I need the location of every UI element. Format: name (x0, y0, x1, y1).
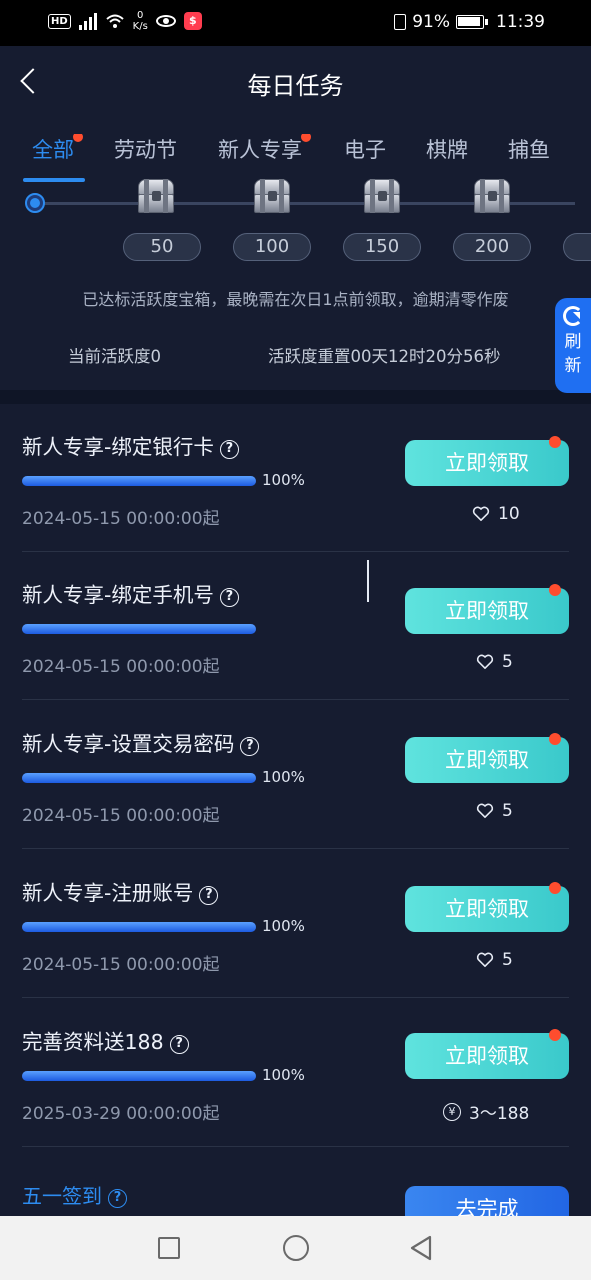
tab-fishing[interactable]: 捕鱼 (508, 134, 550, 164)
task-progress-bar (22, 773, 256, 783)
chest-notice: 已达标活跃度宝箱，最晚需在次日1点前领取，逾期清零作废 (82, 290, 509, 309)
signin-task-title: 五一签到? (22, 1180, 127, 1209)
task-progress-bar (22, 922, 256, 932)
task-list: 新人专享-绑定银行卡? 100% 2024-05-15 00:00:00起 立即… (0, 404, 591, 1216)
tab-badge-dot (301, 134, 311, 142)
net-speed: 0 K/s (132, 10, 148, 32)
treasure-chest-icon[interactable] (136, 179, 176, 215)
task-percent: 100% (262, 1066, 305, 1084)
claim-button[interactable]: 立即领取 (405, 882, 569, 932)
treasure-chest-icon[interactable] (252, 179, 292, 215)
task-reward: 10 (472, 504, 520, 524)
milestone-pill: 100 (233, 233, 311, 261)
system-nav-bar (0, 1216, 591, 1280)
page-title: 每日任务 (247, 72, 344, 100)
task-date: 2024-05-15 00:00:00起 (22, 509, 220, 529)
task-reward: 5 (476, 801, 513, 821)
task-row: 新人专享-绑定手机号? 2024-05-15 00:00:00起 立即领取 5 (0, 552, 591, 700)
task-percent: 100% (262, 768, 305, 786)
task-row: 新人专享-设置交易密码? 100% 2024-05-15 00:00:00起 立… (0, 701, 591, 849)
refresh-button[interactable]: 刷 新 (555, 298, 591, 393)
tab-electronic[interactable]: 电子 (344, 134, 386, 164)
milestone-pill-partial (563, 233, 591, 261)
task-title: 新人专享-绑定银行卡? (22, 430, 239, 460)
activity-progress-knob (25, 193, 45, 213)
help-icon[interactable]: ? (169, 1035, 189, 1054)
task-title: 完善资料送188? (22, 1025, 189, 1055)
text-cursor (367, 560, 369, 602)
heart-icon (476, 803, 494, 819)
claim-button[interactable]: 立即领取 (405, 1029, 569, 1079)
tab-chess-cards[interactable]: 棋牌 (426, 134, 468, 164)
status-bar: HD 0 K/s $ 91% 11:39 (0, 0, 591, 46)
current-activity: 当前活跃度0 (68, 347, 161, 366)
tab-badge-dot (73, 134, 83, 142)
active-tab-indicator (23, 178, 85, 182)
milestone-pill: 200 (453, 233, 531, 261)
home-icon[interactable] (283, 1235, 309, 1261)
heart-icon (476, 952, 494, 968)
task-percent: 100% (262, 471, 305, 489)
task-title: 新人专享-绑定手机号? (22, 578, 239, 608)
claim-badge-dot (549, 436, 561, 448)
back-triangle-icon[interactable] (408, 1234, 434, 1262)
help-icon[interactable]: ? (219, 588, 239, 607)
claim-button[interactable]: 立即领取 (405, 584, 569, 634)
battery-icon (456, 15, 488, 29)
activity-reset-countdown: 活跃度重置00天12时20分56秒 (268, 347, 501, 366)
claim-badge-dot (549, 1029, 561, 1041)
wifi-icon (106, 14, 124, 28)
help-icon[interactable]: ? (199, 886, 219, 905)
recent-apps-icon[interactable] (158, 1237, 180, 1259)
claim-button[interactable]: 立即领取 (405, 733, 569, 783)
yen-icon: ¥ (443, 1102, 461, 1121)
tab-newcomer[interactable]: 新人专享 (218, 134, 311, 164)
task-row: 完善资料送188? 100% 2025-03-29 00:00:00起 立即领取… (0, 999, 591, 1147)
refresh-icon (563, 306, 583, 326)
task-date: 2024-05-15 00:00:00起 (22, 955, 220, 975)
task-percent: 100% (262, 917, 305, 935)
vibrate-icon (394, 14, 407, 30)
task-progress-bar (22, 476, 256, 486)
milestone-pill: 50 (123, 233, 201, 261)
task-reward: ¥ 3～188 (443, 1099, 529, 1124)
help-icon[interactable]: ? (108, 1189, 127, 1208)
claim-badge-dot (549, 584, 561, 596)
go-complete-button[interactable]: 去完成 (405, 1186, 569, 1216)
claim-badge-dot (549, 882, 561, 894)
hd-badge: HD (48, 13, 71, 29)
task-date: 2024-05-15 00:00:00起 (22, 657, 220, 677)
task-progress-bar (22, 624, 256, 634)
task-title: 新人专享-注册账号? (22, 876, 219, 906)
eye-icon (155, 15, 176, 27)
task-row: 新人专享-注册账号? 100% 2024-05-15 00:00:00起 立即领… (0, 850, 591, 998)
tab-all[interactable]: 全部 (32, 134, 83, 164)
task-progress-bar (22, 1071, 256, 1081)
task-row: 新人专享-绑定银行卡? 100% 2024-05-15 00:00:00起 立即… (0, 404, 591, 552)
claim-badge-dot (549, 733, 561, 745)
signal-icon (78, 12, 97, 30)
milestone-pill: 150 (343, 233, 421, 261)
header-section: 每日任务 全部 劳动节 新人专享 电子 棋牌 捕鱼 50 100 150 200… (0, 46, 591, 390)
help-icon[interactable]: ? (219, 440, 239, 459)
task-date: 2024-05-15 00:00:00起 (22, 806, 220, 826)
task-title: 新人专享-设置交易密码? (22, 727, 260, 757)
battery-percent: 91% (412, 12, 450, 32)
app-notification-icon: $ (183, 12, 202, 30)
claim-button[interactable]: 立即领取 (405, 436, 569, 486)
tab-labor-day[interactable]: 劳动节 (114, 134, 177, 164)
help-icon[interactable]: ? (240, 737, 260, 756)
heart-icon (476, 654, 494, 670)
heart-icon (472, 506, 490, 522)
task-reward: 5 (476, 652, 513, 672)
treasure-chest-icon[interactable] (362, 179, 402, 215)
category-tabs: 全部 劳动节 新人专享 电子 棋牌 捕鱼 (0, 134, 591, 176)
treasure-chest-icon[interactable] (472, 179, 512, 215)
task-date: 2025-03-29 00:00:00起 (22, 1104, 220, 1124)
clock: 11:39 (496, 12, 545, 32)
task-reward: 5 (476, 950, 513, 970)
